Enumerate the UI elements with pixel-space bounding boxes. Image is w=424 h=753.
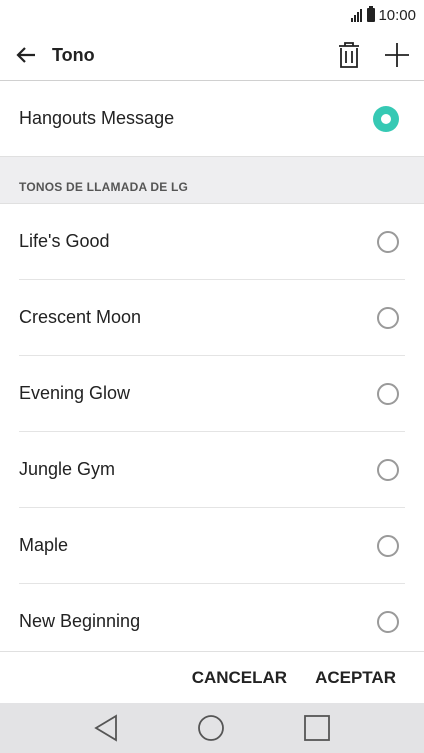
cancel-button[interactable]: CANCELAR xyxy=(192,668,287,688)
nav-recents-icon[interactable] xyxy=(303,714,331,742)
radio-icon[interactable] xyxy=(377,306,399,329)
status-bar: 10:00 xyxy=(0,0,424,30)
ringtone-label: Crescent Moon xyxy=(19,307,142,327)
plus-icon xyxy=(385,43,409,67)
section-title: TONOS DE LLAMADA DE LG xyxy=(19,180,189,194)
ringtone-label: New Beginning xyxy=(19,611,141,631)
accept-button[interactable]: ACEPTAR xyxy=(315,668,396,688)
ringtone-label: Hangouts Message xyxy=(19,108,175,128)
radio-icon[interactable] xyxy=(377,458,399,481)
list-item[interactable]: Life's Good xyxy=(19,204,405,280)
dialog-buttons: CANCELAR ACEPTAR xyxy=(0,651,424,704)
nav-home-icon[interactable] xyxy=(197,714,225,742)
app-bar: Tono xyxy=(0,30,424,80)
app-bar-actions xyxy=(334,30,412,80)
ringtone-label: Jungle Gym xyxy=(19,459,116,479)
ringtone-label: Maple xyxy=(19,535,69,555)
ringtone-label: Evening Glow xyxy=(19,383,131,403)
battery-icon xyxy=(367,6,376,22)
list-item[interactable]: Maple xyxy=(19,508,405,584)
section-header: TONOS DE LLAMADA DE LG xyxy=(0,156,424,204)
ringtone-label: Life's Good xyxy=(19,231,110,251)
radio-selected-icon[interactable] xyxy=(373,105,399,132)
signal-icon xyxy=(351,8,363,22)
ringtone-item-selected[interactable]: Hangouts Message xyxy=(0,81,424,156)
ringtone-list: Life's Good Crescent Moon Evening Glow J… xyxy=(0,204,424,659)
page-title: Tono xyxy=(52,44,95,65)
list-item[interactable]: New Beginning xyxy=(19,584,405,659)
list-item[interactable]: Jungle Gym xyxy=(19,432,405,508)
navigation-bar xyxy=(0,703,424,753)
trash-icon xyxy=(339,42,359,68)
delete-button[interactable] xyxy=(334,40,364,70)
status-time: 10:00 xyxy=(378,6,416,24)
radio-icon[interactable] xyxy=(377,610,399,633)
radio-icon[interactable] xyxy=(377,230,399,253)
list-item[interactable]: Evening Glow xyxy=(19,356,405,432)
list-item[interactable]: Crescent Moon xyxy=(19,280,405,356)
add-button[interactable] xyxy=(382,40,412,70)
radio-icon[interactable] xyxy=(377,382,399,405)
radio-icon[interactable] xyxy=(377,534,399,557)
nav-back-icon[interactable] xyxy=(93,714,119,742)
back-arrow-icon xyxy=(16,47,35,63)
back-button[interactable] xyxy=(0,30,52,80)
